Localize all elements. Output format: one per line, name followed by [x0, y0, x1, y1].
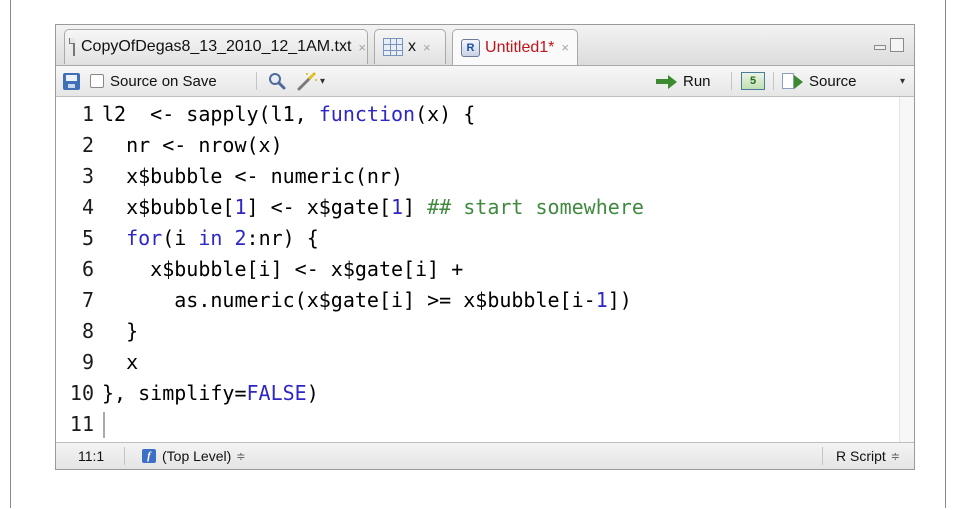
code-line[interactable]: 7 as.numeric(x$gate[i] >= x$bubble[i-1]): [56, 285, 632, 316]
find-button[interactable]: [268, 66, 286, 96]
source-on-save-label: Source on Save: [110, 72, 217, 90]
minimize-pane-icon[interactable]: [873, 38, 887, 52]
line-number: 6: [81, 257, 94, 281]
line-number: 3: [81, 164, 94, 188]
scope-selector[interactable]: f (Top Level) ≑: [142, 443, 245, 469]
tab-untitled1[interactable]: R Untitled1* ×: [452, 29, 578, 65]
line-number: 11: [69, 412, 94, 436]
save-icon: [63, 72, 80, 90]
file-type-selector[interactable]: R Script ≑: [836, 443, 900, 469]
code-line[interactable]: 9 x: [56, 347, 138, 378]
source-editor-pane: CopyOfDegas8_13_2010_12_1AM.txt × x × R …: [55, 24, 915, 470]
code-line[interactable]: 8 }: [56, 316, 138, 347]
line-number: 4: [81, 195, 94, 219]
tab-label: CopyOfDegas8_13_2010_12_1AM.txt: [81, 38, 352, 55]
chevron-down-icon: ▾: [320, 75, 326, 87]
source-on-save-checkbox[interactable]: Source on Save: [90, 66, 217, 96]
status-bar: 11:1 f (Top Level) ≑ R Script ≑: [56, 442, 914, 469]
code-tools-button[interactable]: ▾: [296, 66, 325, 96]
code-editor[interactable]: 1 l2 <- sapply(l1, function(x) { 2 nr <- …: [56, 97, 914, 443]
chevron-down-icon: ▾: [900, 75, 906, 87]
scope-label: (Top Level): [162, 448, 232, 464]
search-icon: [269, 73, 286, 90]
cursor-position: 11:1: [78, 448, 105, 464]
tab-label: x: [408, 38, 416, 55]
source-label: Source: [809, 72, 857, 90]
rerun-button[interactable]: 5: [741, 66, 765, 96]
file-type-label: R Script: [836, 448, 886, 464]
line-number: 1: [81, 102, 94, 126]
function-icon: f: [142, 449, 156, 463]
rerun-icon: 5: [741, 72, 765, 90]
run-label: Run: [683, 72, 711, 90]
status-divider: [822, 447, 823, 465]
data-grid-icon: [383, 38, 403, 56]
document-icon: [69, 38, 75, 56]
line-number: 5: [81, 226, 94, 250]
toolbar-divider: [256, 72, 257, 90]
code-line[interactable]: 10}, simplify=FALSE): [56, 378, 319, 409]
text-cursor: [103, 412, 105, 438]
updown-arrows-icon: ≑: [890, 450, 901, 463]
tab-copyofdegas-txt[interactable]: CopyOfDegas8_13_2010_12_1AM.txt ×: [64, 29, 368, 64]
code-line[interactable]: 2 nr <- nrow(x): [56, 130, 283, 161]
close-tab-icon[interactable]: ×: [358, 40, 366, 55]
updown-arrows-icon: ≑: [236, 450, 246, 463]
run-arrow-icon: [656, 73, 678, 89]
tab-x-data[interactable]: x ×: [374, 29, 446, 64]
code-line[interactable]: 11: [56, 409, 102, 440]
maximize-pane-icon[interactable]: [890, 38, 904, 52]
line-number: 7: [81, 288, 94, 312]
code-line[interactable]: 6 x$bubble[i] <- x$gate[i] +: [56, 254, 463, 285]
vertical-scrollbar[interactable]: [899, 97, 914, 443]
tab-strip: CopyOfDegas8_13_2010_12_1AM.txt × x × R …: [56, 25, 914, 66]
close-tab-icon[interactable]: ×: [561, 40, 569, 55]
toolbar-divider: [773, 72, 774, 90]
checkbox-icon[interactable]: [90, 74, 104, 88]
line-number: 2: [81, 133, 94, 157]
toolbar-divider: [731, 72, 732, 90]
code-line[interactable]: 5 for(i in 2:nr) {: [56, 223, 319, 254]
editor-toolbar: Source on Save ▾ Run 5 Source ▾: [56, 66, 914, 97]
source-button[interactable]: Source: [782, 66, 857, 96]
close-tab-icon[interactable]: ×: [423, 40, 431, 55]
pane-window-controls: [873, 38, 904, 52]
source-options-dropdown[interactable]: ▾: [898, 66, 905, 96]
line-number: 9: [81, 350, 94, 374]
line-number: 8: [81, 319, 94, 343]
code-line[interactable]: 3 x$bubble <- numeric(nr): [56, 161, 403, 192]
status-divider: [124, 447, 125, 465]
r-script-icon: R: [461, 38, 481, 57]
magic-wand-icon: [297, 72, 317, 91]
line-number: 10: [69, 381, 94, 405]
run-button[interactable]: Run: [656, 66, 711, 96]
source-arrow-icon: [782, 73, 804, 89]
code-line[interactable]: 1 l2 <- sapply(l1, function(x) {: [56, 99, 475, 130]
tab-label: Untitled1*: [485, 38, 555, 56]
save-button[interactable]: [63, 66, 80, 96]
code-line[interactable]: 4 x$bubble[1] <- x$gate[1] ## start some…: [56, 192, 644, 223]
